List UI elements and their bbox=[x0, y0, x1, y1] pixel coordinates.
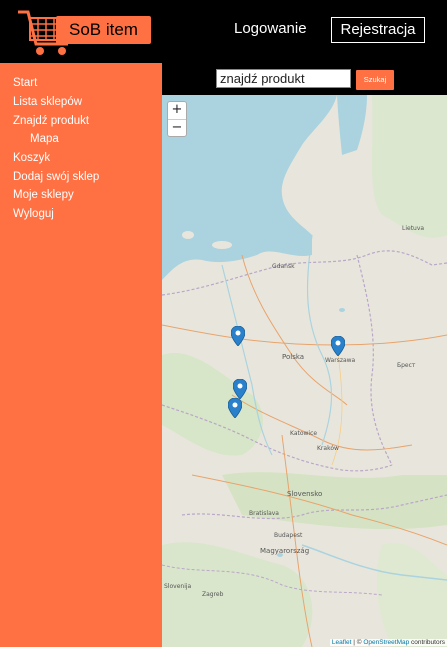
nav-add-shop[interactable]: Dodaj swój sklep bbox=[13, 171, 99, 183]
map-label: Брест bbox=[397, 362, 416, 369]
map-label: Polska bbox=[282, 353, 305, 361]
search-button[interactable]: Szukaj bbox=[356, 70, 394, 90]
attribution-separator: | © bbox=[351, 639, 364, 646]
map-label: Slovenija bbox=[164, 583, 192, 590]
map-marker-icon[interactable] bbox=[228, 398, 242, 418]
map-label: Zagreb bbox=[202, 591, 224, 598]
zoom-out-button[interactable]: − bbox=[168, 120, 186, 137]
osm-link[interactable]: OpenStreetMap bbox=[363, 639, 409, 646]
map-label: Bratislava bbox=[249, 510, 279, 517]
register-button[interactable]: Rejestracja bbox=[331, 17, 425, 43]
map-attribution: Leaflet | © OpenStreetMap contributors bbox=[329, 639, 447, 646]
header: SoB item Logowanie Rejestracja bbox=[0, 0, 447, 63]
map-marker-icon[interactable] bbox=[231, 326, 245, 346]
map-label: Budapest bbox=[274, 532, 303, 539]
map-label: Lietuva bbox=[402, 225, 425, 232]
nav-start[interactable]: Start bbox=[13, 77, 37, 89]
map[interactable]: Lietuva Gdańsk Polska Warszawa Брест Kat… bbox=[162, 95, 447, 647]
map-label: Kraków bbox=[317, 445, 339, 452]
zoom-in-button[interactable]: + bbox=[168, 102, 186, 120]
zoom-control: + − bbox=[167, 101, 187, 137]
search-input[interactable] bbox=[216, 69, 351, 88]
nav-my-shops[interactable]: Moje sklepy bbox=[13, 189, 74, 201]
map-label: Warszawa bbox=[325, 357, 356, 364]
attribution-tail: contributors bbox=[409, 639, 445, 646]
nav-logout[interactable]: Wyloguj bbox=[13, 208, 54, 220]
map-label: Gdańsk bbox=[272, 263, 295, 270]
map-label: Magyarország bbox=[260, 547, 310, 555]
nav-shop-list[interactable]: Lista sklepów bbox=[13, 96, 82, 108]
nav-find-product[interactable]: Znajdź produkt bbox=[13, 115, 89, 127]
map-tiles[interactable] bbox=[162, 95, 447, 647]
login-link[interactable]: Logowanie bbox=[234, 20, 307, 37]
map-label: Katowice bbox=[290, 430, 318, 437]
map-label: Slovensko bbox=[287, 490, 323, 498]
map-marker-icon[interactable] bbox=[331, 336, 345, 356]
nav-map[interactable]: Mapa bbox=[30, 133, 59, 145]
map-marker-icon[interactable] bbox=[233, 379, 247, 399]
nav-cart[interactable]: Koszyk bbox=[13, 152, 50, 164]
leaflet-link[interactable]: Leaflet bbox=[332, 639, 352, 646]
search-bar: Szukaj bbox=[162, 63, 447, 95]
logo-text[interactable]: SoB item bbox=[56, 16, 151, 44]
sidebar: Start Lista sklepów Znajdź produkt Mapa … bbox=[0, 63, 162, 647]
